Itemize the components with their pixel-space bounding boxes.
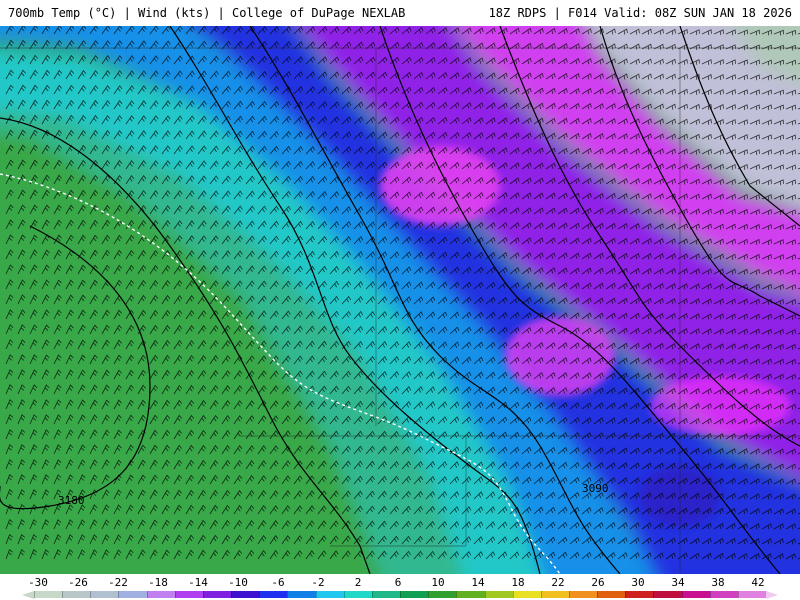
legend-tick-label: -30 (28, 576, 48, 589)
legend-swatch (400, 591, 429, 598)
legend-tick-label: -26 (68, 576, 88, 589)
contour-label-3180: 3180 (58, 494, 85, 507)
legend-swatch (484, 591, 513, 598)
map-title: 700mb Temp (°C) | Wind (kts) | College o… (8, 6, 406, 20)
legend-swatch (653, 591, 682, 598)
legend-tick-label: 38 (711, 576, 725, 589)
legend-swatch (625, 591, 654, 598)
legend-tick-label: 30 (631, 576, 645, 589)
legend-swatch (343, 591, 372, 598)
legend-tick-label: -6 (271, 576, 285, 589)
legend-swatch (371, 591, 401, 598)
legend-swatch (174, 591, 203, 598)
legend-swatch (568, 591, 598, 598)
temperature-color-legend: -30 -26 -22 -18 -14 -10 -6 -2 2 6 10 14 18 22 26 30 34 38… (0, 574, 800, 600)
temperature-field: 3180 3090 (0, 26, 800, 574)
legend-swatch (597, 591, 626, 598)
legend-color-bar (34, 591, 767, 598)
legend-tick-label: -2 (311, 576, 325, 589)
legend-swatch (737, 591, 767, 598)
legend-tick-label: 18 (511, 576, 525, 589)
legend-tick-label: 2 (354, 576, 362, 589)
legend-swatch (428, 591, 457, 598)
legend-swatch (456, 591, 485, 598)
legend-tick-label: 34 (671, 576, 685, 589)
legend-swatch (90, 591, 119, 598)
legend-tick-label: 26 (591, 576, 605, 589)
map-header: 700mb Temp (°C) | Wind (kts) | College o… (0, 0, 800, 26)
legend-swatch (202, 591, 232, 598)
legend-tick-label: -14 (188, 576, 208, 589)
legend-tick-label: 42 (751, 576, 765, 589)
legend-swatch (315, 591, 344, 598)
legend-tick-label: 14 (471, 576, 485, 589)
legend-tick-label: -22 (108, 576, 128, 589)
legend-swatch (34, 591, 63, 598)
legend-swatch (512, 591, 541, 598)
legend-swatch (62, 591, 91, 598)
legend-swatch (259, 591, 288, 598)
model-run-info: 18Z RDPS | F014 Valid: 08Z SUN JAN 18 20… (488, 6, 792, 20)
weather-map: 3180 3090 (0, 26, 800, 574)
legend-tick-label: 22 (551, 576, 565, 589)
legend-arrow-left (22, 591, 34, 599)
legend-tick-label: 10 (431, 576, 445, 589)
legend-swatch (146, 591, 175, 598)
legend-swatch (709, 591, 738, 598)
legend-swatch (287, 591, 316, 598)
legend-tick-label: -18 (148, 576, 168, 589)
legend-tick-label: 6 (394, 576, 402, 589)
contour-label-3090: 3090 (582, 482, 609, 495)
legend-swatch (681, 591, 710, 598)
legend-arrow-right (766, 591, 778, 599)
legend-swatch (540, 591, 569, 598)
legend-swatch (231, 591, 260, 598)
legend-tick-label: -10 (228, 576, 248, 589)
legend-swatch (118, 591, 147, 598)
